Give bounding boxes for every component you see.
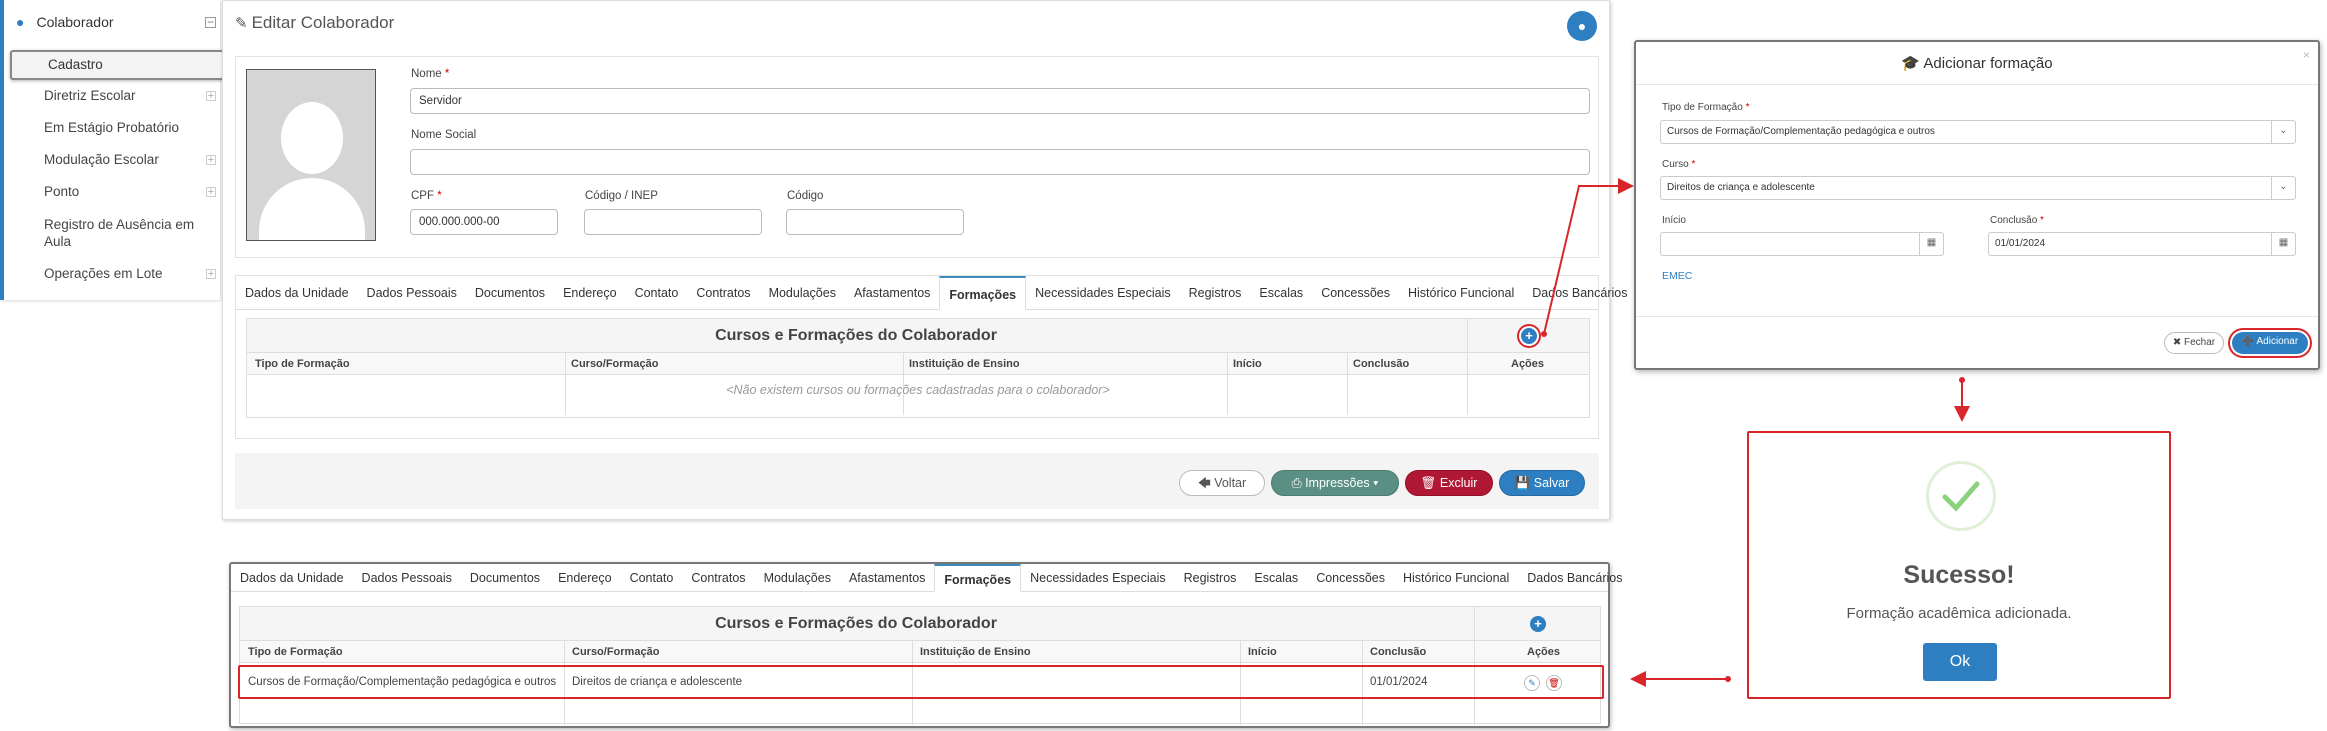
adicionar-button[interactable]: ➕ Adicionar — [2232, 332, 2308, 354]
emec-link[interactable]: EMEC — [1662, 270, 1692, 282]
column-header: Tipo de Formação — [248, 646, 343, 658]
tab-modulações[interactable]: Modulações — [755, 564, 840, 592]
adicionar-formacao-modal: 🎓 Adicionar formação × Tipo de Formação … — [1634, 40, 2320, 370]
tab-bar: Dados da Unidade Dados Pessoais Documentos… — [231, 564, 1622, 592]
ok-button[interactable]: Ok — [1923, 643, 1997, 681]
column-header: Curso/Formação — [572, 646, 660, 658]
tab-documentos[interactable]: Documentos — [461, 564, 549, 592]
chevron-down-icon: ⌄ — [2271, 121, 2295, 143]
tab-formações[interactable]: Formações — [934, 564, 1022, 592]
column-header: Início — [1248, 646, 1277, 658]
tab-dados-da-unidade[interactable]: Dados da Unidade — [231, 564, 353, 592]
modal-title: 🎓 Adicionar formação — [1901, 55, 2053, 72]
grid-header: Cursos e Formações do Colaborador + — [240, 607, 1600, 641]
cell-tipo: Cursos de Formação/Complementação pedagó… — [248, 676, 557, 688]
formacoes-grid-result: Cursos e Formações do Colaborador + Tipo… — [238, 606, 1604, 725]
tab-contratos[interactable]: Contratos — [682, 564, 754, 592]
curso-select[interactable]: Direitos de criança e adolescente ⌄ — [1660, 176, 2296, 200]
column-header: Instituição de Ensino — [920, 646, 1031, 658]
cell-curso: Direitos de criança e adolescente — [572, 676, 743, 688]
grid-add-cell: + — [1474, 607, 1600, 641]
arrow-dot — [1725, 676, 1731, 682]
tab-histórico-funcional[interactable]: Histórico Funcional — [1394, 564, 1518, 592]
tab-dados-pessoais[interactable]: Dados Pessoais — [353, 564, 461, 592]
tab-concessões[interactable]: Concessões — [1307, 564, 1394, 592]
tab-contato[interactable]: Contato — [621, 564, 683, 592]
cell-conclusao: 01/01/2024 — [1370, 676, 1428, 688]
arrow-to-modal — [1543, 178, 1634, 335]
delete-row-icon[interactable]: 🗑 — [1546, 675, 1562, 691]
tab-registros[interactable]: Registros — [1175, 564, 1246, 592]
column-header: Conclusão — [1370, 646, 1427, 658]
tab-necessidades-especiais[interactable]: Necessidades Especiais — [1021, 564, 1175, 592]
chevron-down-icon: ⌄ — [2271, 177, 2295, 199]
result-panel: Dados da Unidade Dados Pessoais Documentos… — [229, 562, 1622, 728]
add-formacao-button[interactable]: + — [1530, 616, 1546, 632]
grid-title: Cursos e Formações do Colaborador — [715, 615, 997, 632]
modal-divider — [1636, 84, 2318, 85]
success-check-icon — [1926, 461, 1996, 531]
tab-dados-bancários[interactable]: Dados Bancários — [1518, 564, 1631, 592]
arrow-dot — [1959, 377, 1965, 383]
tab-afastamentos[interactable]: Afastamentos — [840, 564, 934, 592]
conclusao-date-input[interactable]: 01/01/2024 ▦ — [1988, 232, 2296, 256]
tipo-formacao-select[interactable]: Cursos de Formação/Complementação pedagó… — [1660, 120, 2296, 144]
tipo-formacao-label: Tipo de Formação * — [1662, 102, 1750, 113]
inicio-label: Início — [1662, 215, 1686, 226]
table-row[interactable]: Cursos de Formação/Complementação pedagó… — [238, 665, 1604, 699]
tab-endereço[interactable]: Endereço — [549, 564, 621, 592]
success-dialog: Sucesso! Formação acadêmica adicionada. … — [1747, 431, 2171, 699]
conclusao-label: Conclusão * — [1990, 215, 2044, 226]
column-header: Ações — [1527, 646, 1561, 658]
modal-footer-divider — [1636, 316, 2318, 317]
inicio-date-input[interactable]: ▦ — [1660, 232, 1944, 256]
fechar-button[interactable]: ✖ Fechar — [2164, 332, 2224, 354]
calendar-icon[interactable]: ▦ — [1919, 233, 1943, 255]
grid-columns: Tipo de Formação Curso/Formação Instituiçã… — [240, 641, 1600, 725]
curso-label: Curso * — [1662, 159, 1696, 170]
edit-row-icon[interactable]: ✎ — [1524, 675, 1540, 691]
success-title: Sucesso! — [1903, 561, 2015, 589]
success-message: Formação acadêmica adicionada. — [1846, 605, 2072, 622]
modal-close-icon[interactable]: × — [2303, 48, 2310, 62]
calendar-icon[interactable]: ▦ — [2271, 233, 2295, 255]
tab-escalas[interactable]: Escalas — [1245, 564, 1307, 592]
arrow-dot — [1541, 331, 1547, 337]
